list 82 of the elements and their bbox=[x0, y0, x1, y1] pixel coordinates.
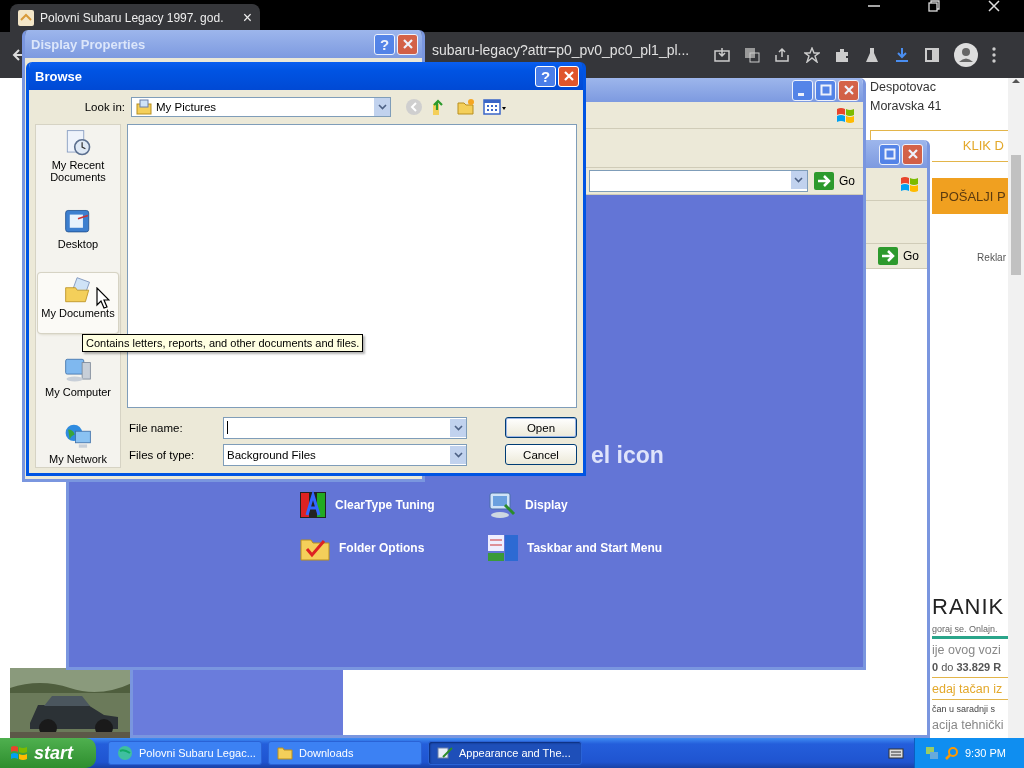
profile-avatar-icon[interactable] bbox=[954, 43, 978, 67]
places-item[interactable]: My Computer bbox=[38, 354, 118, 400]
desktop-icon bbox=[64, 208, 92, 236]
browser-tab[interactable]: Polovni Subaru Legacy 1997. god. × bbox=[10, 4, 260, 32]
letter-a-icon bbox=[299, 491, 327, 519]
views-menu-icon[interactable] bbox=[483, 99, 507, 115]
go-button[interactable]: Go bbox=[808, 172, 863, 190]
computer-icon bbox=[64, 356, 92, 384]
page-text: ije ovog vozi bbox=[932, 643, 1002, 657]
file-type-dropdown[interactable]: Background Files bbox=[223, 443, 467, 466]
mouse-cursor-icon bbox=[96, 287, 110, 309]
section-heading: el icon bbox=[591, 442, 664, 469]
address-line: Despotovac bbox=[869, 79, 937, 96]
clock: 9:30 PM bbox=[965, 747, 1006, 759]
side-panel-icon[interactable] bbox=[924, 47, 940, 63]
close-icon bbox=[842, 84, 855, 96]
taskbar-button[interactable]: Downloads bbox=[268, 741, 422, 765]
keyboard-icon[interactable] bbox=[888, 747, 904, 759]
address-line: Moravska 41 bbox=[869, 98, 943, 115]
folder-icon bbox=[64, 277, 92, 305]
monitor-icon bbox=[487, 491, 517, 519]
file-name-field[interactable] bbox=[223, 416, 467, 439]
scroll-up-arrow-icon[interactable] bbox=[1012, 78, 1020, 83]
address-field[interactable] bbox=[589, 170, 808, 192]
control-panel-link[interactable]: Taskbar and Start Menu bbox=[487, 533, 687, 563]
brand-name: RANIK bbox=[932, 594, 1006, 620]
taskbar-button[interactable]: Appearance and The... bbox=[428, 741, 582, 765]
pictures-folder-icon bbox=[136, 99, 152, 115]
page-text: acija tehnički bbox=[932, 718, 1005, 732]
look-in-dropdown[interactable]: My Pictures bbox=[131, 97, 391, 117]
maximize-icon bbox=[883, 148, 896, 160]
help-button[interactable]: ? bbox=[535, 65, 556, 87]
site-favicon-icon bbox=[18, 10, 34, 26]
maximize-icon bbox=[819, 84, 832, 96]
places-item[interactable]: My Documents bbox=[38, 273, 118, 333]
download-icon[interactable] bbox=[894, 47, 910, 63]
taskbar-button[interactable]: Polovni Subaru Legac... bbox=[108, 741, 262, 765]
clock-document-icon bbox=[64, 129, 92, 157]
control-panel-link[interactable]: Display bbox=[487, 491, 687, 519]
windows-logo-icon bbox=[835, 106, 855, 124]
star-icon[interactable] bbox=[804, 47, 820, 63]
places-item[interactable]: My Recent Documents bbox=[38, 127, 118, 185]
documents-tooltip: Contains letters, reports, and other documents and files. bbox=[82, 334, 364, 352]
share-icon[interactable] bbox=[774, 47, 790, 63]
control-panel-link[interactable]: ClearType Tuning bbox=[299, 491, 487, 519]
close-icon bbox=[562, 70, 575, 82]
close-icon bbox=[401, 38, 414, 50]
windows-logo-icon bbox=[899, 175, 919, 193]
cancel-button[interactable]: Cancel bbox=[505, 444, 577, 465]
scrollbar-thumb[interactable] bbox=[1011, 155, 1021, 275]
translate-icon[interactable] bbox=[744, 47, 760, 63]
install-icon[interactable] bbox=[714, 47, 730, 63]
window-title: Browse bbox=[35, 68, 83, 84]
go-button[interactable]: Go bbox=[872, 247, 927, 265]
menu-icon[interactable] bbox=[992, 47, 996, 63]
go-arrow-icon bbox=[878, 247, 898, 265]
minimize-icon bbox=[798, 92, 804, 96]
control-panel-link[interactable]: Folder Options bbox=[299, 533, 487, 563]
scrollbar[interactable] bbox=[1008, 78, 1024, 738]
go-arrow-icon bbox=[814, 172, 834, 190]
close-icon bbox=[906, 148, 919, 160]
puzzle-icon[interactable] bbox=[834, 47, 850, 63]
field-label: File name: bbox=[128, 421, 184, 434]
field-label: Look in: bbox=[83, 101, 126, 113]
address-bar-url[interactable]: subaru-legacy?attr=p0_pv0_pc0_pl1_pl... bbox=[432, 42, 702, 58]
control-panel-icon bbox=[437, 745, 453, 761]
field-label: Files of type: bbox=[128, 448, 196, 461]
open-button[interactable]: Open bbox=[505, 417, 577, 438]
windows-logo-icon bbox=[10, 745, 28, 761]
window-title: Display Properties bbox=[31, 36, 147, 52]
network-globe-icon bbox=[64, 423, 92, 451]
send-button[interactable]: POŠALJI P bbox=[932, 178, 1008, 214]
globe-icon bbox=[117, 745, 133, 761]
taskbar-icon bbox=[487, 533, 519, 563]
page-text: čan u saradnji s bbox=[932, 704, 997, 714]
back-arrow-icon[interactable] bbox=[12, 48, 24, 62]
places-item[interactable]: My Network bbox=[38, 421, 118, 467]
ad-label: Reklar bbox=[977, 252, 1007, 263]
flask-icon[interactable] bbox=[864, 47, 880, 63]
places-item[interactable]: Desktop bbox=[38, 206, 118, 252]
close-button[interactable] bbox=[558, 65, 579, 87]
folder-icon bbox=[277, 746, 293, 760]
